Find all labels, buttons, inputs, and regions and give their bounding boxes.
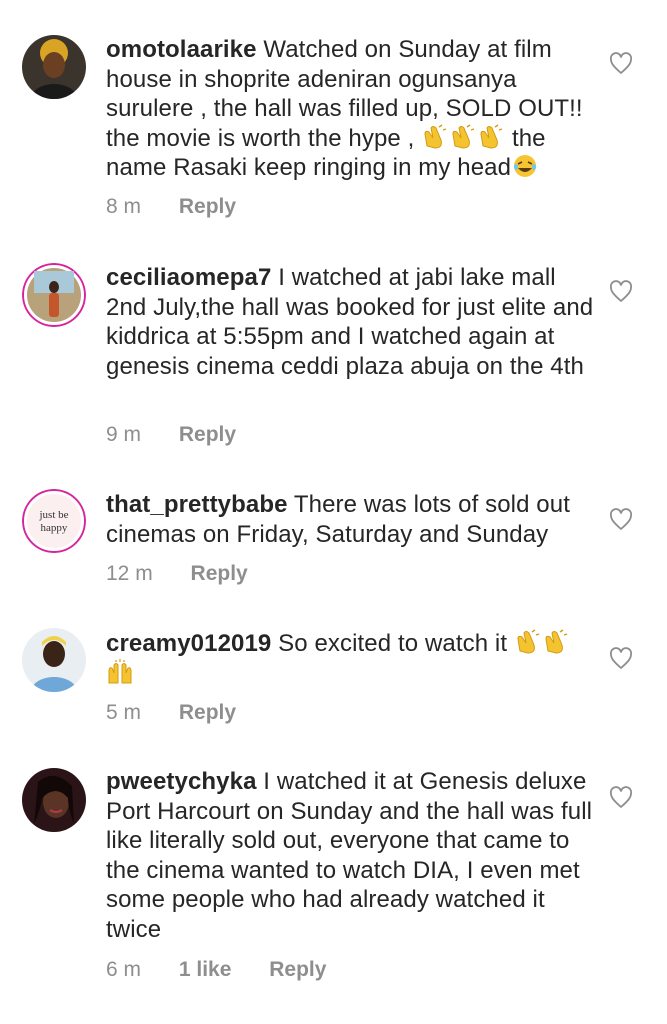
avatar-text: happy bbox=[41, 522, 68, 534]
avatar[interactable] bbox=[22, 628, 86, 692]
comment-text: that_prettybabe There was lots of sold o… bbox=[106, 490, 596, 549]
comment-text: creamy012019 So excited to watch it bbox=[106, 629, 596, 688]
like-button[interactable] bbox=[609, 647, 633, 671]
avatar[interactable] bbox=[22, 35, 86, 99]
avatar[interactable] bbox=[22, 768, 86, 832]
reply-button[interactable]: Reply bbox=[191, 562, 248, 586]
reply-button[interactable]: Reply bbox=[179, 423, 236, 447]
comment-meta: 9 m Reply bbox=[106, 423, 236, 447]
comment-text: omotolaarike Watched on Sunday at film h… bbox=[106, 35, 596, 183]
clapping-hands-icon bbox=[480, 123, 503, 149]
like-count[interactable]: 1 like bbox=[179, 958, 232, 982]
profile-photo bbox=[22, 263, 86, 327]
timestamp: 9 m bbox=[106, 423, 142, 446]
timestamp: 8 m bbox=[106, 195, 142, 218]
avatar[interactable] bbox=[22, 263, 86, 327]
username[interactable]: that_prettybabe bbox=[106, 491, 288, 518]
comment-meta: 5 m Reply bbox=[106, 701, 236, 725]
username[interactable]: pweetychyka bbox=[106, 768, 257, 795]
clapping-hands-icon bbox=[545, 629, 568, 654]
like-button[interactable] bbox=[609, 280, 633, 304]
comment-meta: 12 m Reply bbox=[106, 562, 248, 586]
clapping-hands-icon bbox=[517, 629, 540, 654]
heart-outline-icon bbox=[609, 786, 633, 808]
laughing-face-icon bbox=[514, 155, 537, 177]
username[interactable]: omotolaarike bbox=[106, 36, 257, 63]
like-button[interactable] bbox=[609, 508, 633, 532]
heart-outline-icon bbox=[609, 508, 633, 530]
heart-outline-icon bbox=[609, 52, 633, 74]
timestamp: 6 m bbox=[106, 958, 142, 981]
like-button[interactable] bbox=[609, 786, 633, 810]
comment-body: So excited to watch it bbox=[278, 630, 508, 657]
like-button[interactable] bbox=[609, 52, 633, 76]
timestamp: 12 m bbox=[106, 562, 153, 585]
raising-hands-icon bbox=[108, 658, 132, 683]
username[interactable]: creamy012019 bbox=[106, 630, 271, 657]
heart-outline-icon bbox=[609, 647, 633, 669]
reply-button[interactable]: Reply bbox=[179, 195, 236, 219]
comment-meta: 8 m Reply bbox=[106, 195, 236, 219]
profile-photo bbox=[22, 628, 86, 692]
timestamp: 5 m bbox=[106, 701, 142, 724]
profile-photo bbox=[22, 35, 86, 99]
reply-button[interactable]: Reply bbox=[179, 701, 236, 725]
avatar[interactable]: just be happy bbox=[22, 489, 86, 553]
comment-text: pweetychyka I watched it at Genesis delu… bbox=[106, 767, 596, 944]
comment-list: omotolaarike Watched on Sunday at film h… bbox=[0, 0, 667, 1024]
profile-photo: just be happy bbox=[22, 489, 86, 553]
reply-button[interactable]: Reply bbox=[269, 958, 326, 982]
comment-text: ceciliaomepa7 I watched at jabi lake mal… bbox=[106, 263, 596, 381]
avatar-text: just be bbox=[38, 509, 68, 521]
username[interactable]: ceciliaomepa7 bbox=[106, 264, 271, 291]
clapping-hands-icon bbox=[452, 123, 475, 149]
comment-meta: 6 m 1 like Reply bbox=[106, 958, 326, 982]
profile-photo bbox=[22, 768, 86, 832]
clapping-hands-icon bbox=[424, 123, 447, 149]
heart-outline-icon bbox=[609, 280, 633, 302]
